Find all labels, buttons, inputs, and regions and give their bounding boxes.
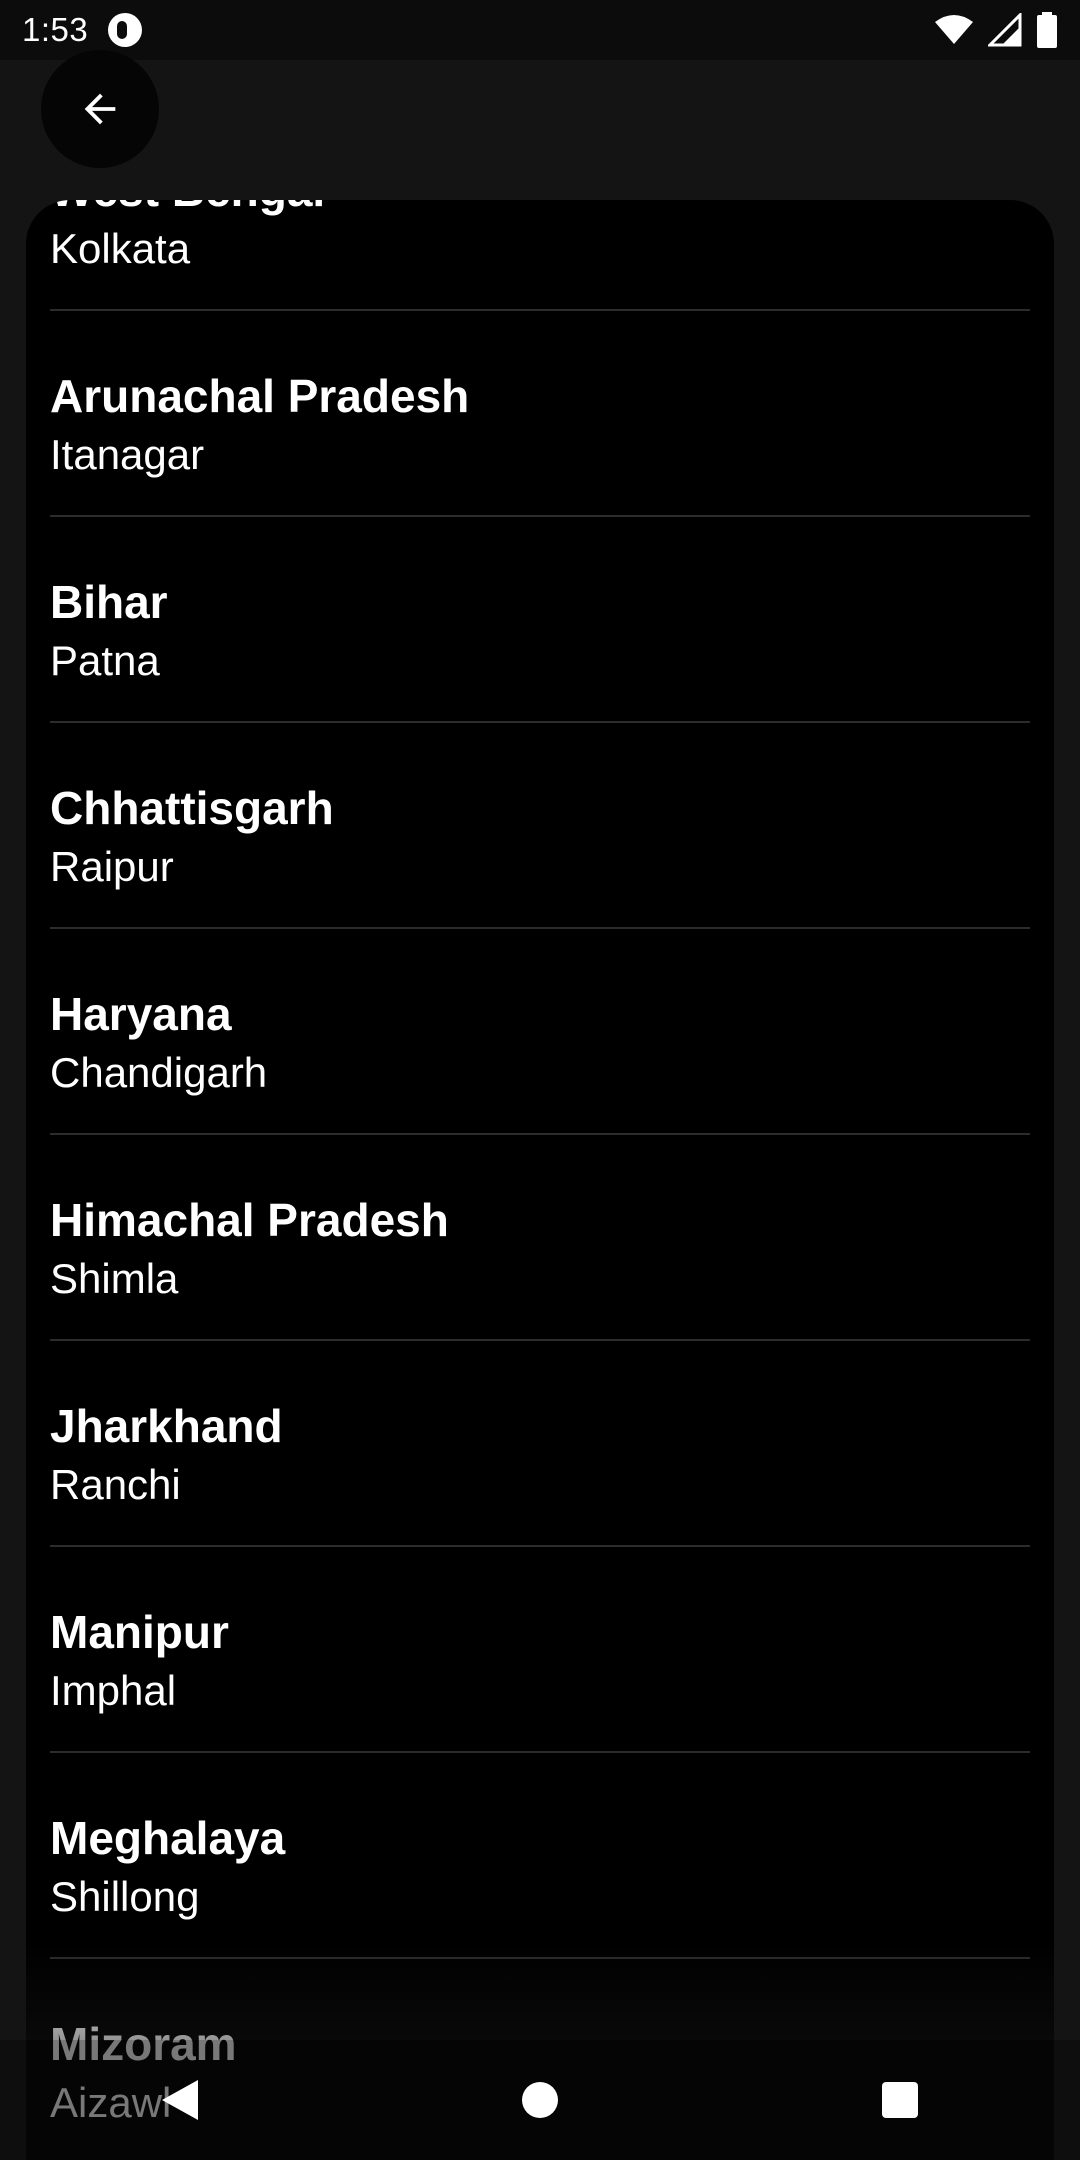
capital-name: Kolkata [50, 225, 191, 272]
state-name: Himachal Pradesh [50, 1194, 449, 1246]
list-item[interactable]: Himachal Pradesh Shimla [50, 1135, 1030, 1341]
capital-name: Shillong [50, 1873, 200, 1920]
list-item[interactable]: West Bengal Kolkata [50, 200, 1030, 311]
capital-name: Itanagar [50, 431, 205, 478]
back-button[interactable] [41, 50, 159, 168]
nav-recents-button[interactable] [840, 2050, 960, 2150]
back-triangle-icon [162, 2080, 198, 2120]
screen: 1:53 West Bengal Kolk [0, 0, 1080, 2160]
state-name: Jharkhand [50, 1400, 283, 1452]
list-item[interactable]: Jharkhand Ranchi [50, 1341, 1030, 1547]
state-name: Chhattisgarh [50, 782, 334, 834]
app-bar [0, 60, 1080, 200]
nav-home-button[interactable] [480, 2050, 600, 2150]
notification-icon [108, 13, 143, 47]
state-list-card: West Bengal Kolkata Arunachal Pradesh It… [26, 200, 1054, 2160]
state-name: Haryana [50, 988, 232, 1040]
list-item[interactable]: Meghalaya Shillong [50, 1753, 1030, 1959]
list-item[interactable]: Arunachal Pradesh Itanagar [50, 311, 1030, 517]
state-list: West Bengal Kolkata Arunachal Pradesh It… [26, 200, 1054, 2160]
state-name: West Bengal [50, 200, 325, 217]
status-bar: 1:53 [0, 0, 1080, 60]
list-item[interactable]: Chhattisgarh Raipur [50, 723, 1030, 929]
list-item[interactable]: Manipur Imphal [50, 1547, 1030, 1753]
battery-icon [1037, 12, 1057, 48]
state-name: Bihar [50, 576, 168, 628]
arrow-back-icon [84, 93, 116, 125]
recents-square-icon [882, 2082, 918, 2118]
nav-back-button[interactable] [120, 2050, 240, 2150]
state-name: Manipur [50, 1606, 229, 1658]
wifi-icon [935, 15, 973, 44]
navigation-bar [0, 2040, 1080, 2160]
status-time: 1:53 [22, 11, 89, 48]
capital-name: Imphal [50, 1667, 177, 1714]
signal-icon [988, 13, 1022, 47]
capital-name: Patna [50, 637, 160, 684]
capital-name: Chandigarh [50, 1049, 268, 1096]
state-name: Meghalaya [50, 1812, 286, 1864]
home-circle-icon [522, 2082, 558, 2118]
status-icons [934, 12, 1058, 48]
list-item[interactable]: Haryana Chandigarh [50, 929, 1030, 1135]
capital-name: Raipur [50, 843, 174, 890]
capital-name: Shimla [50, 1255, 179, 1302]
list-item[interactable]: Bihar Patna [50, 517, 1030, 723]
state-name: Arunachal Pradesh [50, 370, 470, 422]
capital-name: Ranchi [50, 1461, 181, 1508]
